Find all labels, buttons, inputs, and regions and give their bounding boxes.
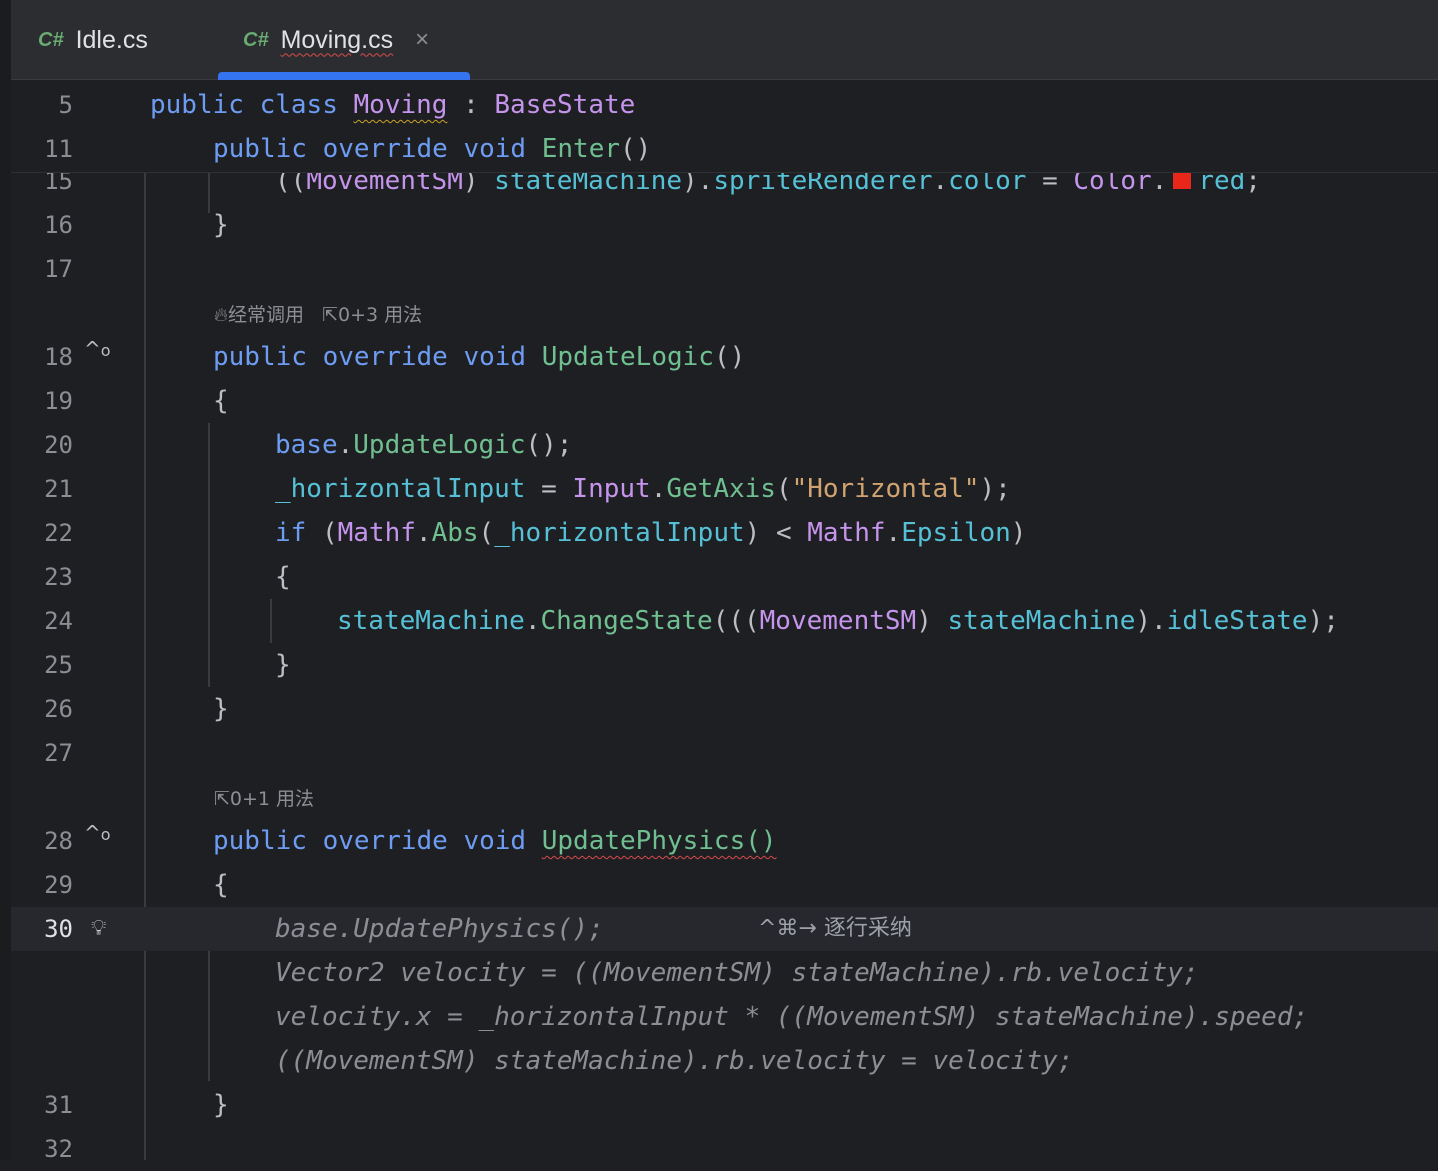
- code-line[interactable]: 19 {: [11, 379, 1438, 423]
- line-number: 27: [44, 739, 73, 767]
- ai-suggestion-line: velocity.x = _horizontalInput * ((Moveme…: [11, 995, 1438, 1039]
- code-line[interactable]: 32: [11, 1127, 1438, 1171]
- tab-label: Moving.cs: [280, 25, 394, 54]
- color-swatch[interactable]: [1173, 170, 1192, 189]
- code-text: base.UpdateLogic();: [275, 430, 573, 460]
- ai-suggestion-text: velocity.x = _horizontalInput * ((Moveme…: [275, 1002, 1309, 1032]
- override-up-arrow-icon[interactable]: ^o: [84, 819, 111, 849]
- code-line[interactable]: 16 }: [11, 203, 1438, 247]
- line-number: 28: [44, 827, 73, 855]
- close-icon[interactable]: ×: [415, 26, 429, 54]
- line-number: 29: [44, 871, 73, 899]
- code-text: }: [213, 694, 229, 724]
- line-number: 16: [44, 211, 73, 239]
- code-text: {: [213, 386, 229, 416]
- active-tab-indicator: [218, 72, 470, 80]
- code-line[interactable]: 23 {: [11, 555, 1438, 599]
- code-text: }: [275, 650, 291, 680]
- line-number: 24: [44, 607, 73, 635]
- left-margin-strip: [0, 0, 11, 1160]
- line-number: 30: [44, 915, 73, 943]
- code-text: {: [275, 562, 291, 592]
- code-line[interactable]: 28 ^o public override void UpdatePhysics…: [11, 819, 1438, 863]
- code-text: stateMachine.ChangeState(((MovementSM) s…: [337, 606, 1339, 636]
- code-vision-hint[interactable]: 🔥︎经常调用 ⇱0+3 用法: [214, 300, 422, 330]
- code-text: }: [213, 210, 229, 240]
- code-text: if (Mathf.Abs(_horizontalInput) < Mathf.…: [275, 518, 1027, 548]
- code-line[interactable]: 26 }: [11, 687, 1438, 731]
- csharp-file-icon: C#: [243, 28, 269, 51]
- line-number: 31: [44, 1091, 73, 1119]
- caret-line[interactable]: 30 💡︎ base.UpdatePhysics(); ^⌘→ 逐行采纳: [11, 907, 1438, 951]
- line-number: 17: [44, 255, 73, 283]
- editor-tab-bar: C# Idle.cs C# Moving.cs ×: [11, 0, 1438, 80]
- code-line[interactable]: 18 ^o public override void UpdateLogic(): [11, 335, 1438, 379]
- code-text: public override void Enter(): [213, 134, 652, 164]
- line-number: 20: [44, 431, 73, 459]
- line-number: 22: [44, 519, 73, 547]
- line-number: 11: [44, 135, 73, 163]
- code-text: }: [213, 1090, 229, 1120]
- accept-line-shortcut-hint[interactable]: ^⌘→ 逐行采纳: [758, 914, 912, 944]
- code-line[interactable]: 24 stateMachine.ChangeState(((MovementSM…: [11, 599, 1438, 643]
- ai-suggestion-text: Vector2 velocity = ((MovementSM) stateMa…: [275, 958, 1199, 988]
- code-text: _horizontalInput = Input.GetAxis("Horizo…: [275, 474, 1011, 504]
- code-vision-hint[interactable]: ⇱0+1 用法: [214, 784, 314, 814]
- line-number: 18: [44, 343, 73, 371]
- code-text: public class Moving : BaseState: [150, 90, 636, 120]
- line-number: 25: [44, 651, 73, 679]
- ai-suggestion-line: Vector2 velocity = ((MovementSM) stateMa…: [11, 951, 1438, 995]
- line-number: 32: [44, 1135, 73, 1163]
- code-line[interactable]: 22 if (Mathf.Abs(_horizontalInput) < Mat…: [11, 511, 1438, 555]
- code-line[interactable]: 25 }: [11, 643, 1438, 687]
- usages-arrow-icon: ⇱: [214, 788, 230, 810]
- lightbulb-icon[interactable]: 💡︎: [91, 915, 106, 943]
- tab-moving-cs[interactable]: C# Moving.cs ×: [243, 0, 429, 80]
- code-line[interactable]: 20 base.UpdateLogic();: [11, 423, 1438, 467]
- line-number: 23: [44, 563, 73, 591]
- line-number: 5: [58, 91, 73, 119]
- code-editor[interactable]: 15 ((MovementSM) stateMachine).spriteRen…: [11, 81, 1438, 1163]
- flame-icon: 🔥︎: [214, 304, 228, 326]
- code-line[interactable]: 29 {: [11, 863, 1438, 907]
- code-text: public override void UpdatePhysics(): [213, 826, 777, 856]
- ai-suggestion-line: ((MovementSM) stateMachine).rb.velocity …: [11, 1039, 1438, 1083]
- override-up-arrow-icon[interactable]: ^o: [84, 335, 111, 365]
- ai-suggestion-text: base.UpdatePhysics();: [275, 914, 604, 944]
- tab-idle-cs[interactable]: C# Idle.cs: [38, 0, 148, 80]
- code-text: public override void UpdateLogic(): [213, 342, 746, 372]
- line-number: 21: [44, 475, 73, 503]
- code-line[interactable]: 27: [11, 731, 1438, 775]
- code-text: {: [213, 870, 229, 900]
- code-line[interactable]: 31 }: [11, 1083, 1438, 1127]
- csharp-file-icon: C#: [38, 28, 64, 51]
- sticky-scroll-header: 5 public class Moving : BaseState 11 pub…: [11, 81, 1438, 173]
- code-line[interactable]: 21 _horizontalInput = Input.GetAxis("Hor…: [11, 467, 1438, 511]
- sticky-line[interactable]: 5 public class Moving : BaseState: [11, 83, 1438, 127]
- code-line[interactable]: 17: [11, 247, 1438, 291]
- usages-arrow-icon: ⇱: [322, 304, 339, 326]
- sticky-line[interactable]: 11 public override void Enter(): [11, 127, 1438, 171]
- ai-suggestion-text: ((MovementSM) stateMachine).rb.velocity …: [275, 1046, 1074, 1076]
- line-number: 26: [44, 695, 73, 723]
- line-number: 19: [44, 387, 73, 415]
- tab-label: Idle.cs: [75, 25, 148, 54]
